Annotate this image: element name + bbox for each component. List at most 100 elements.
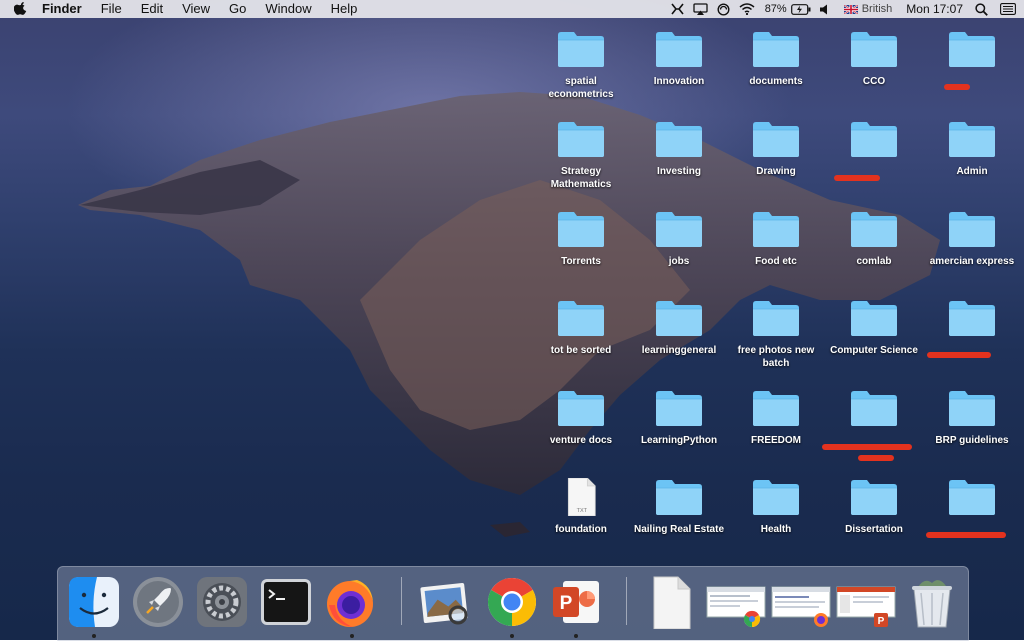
input-source-label[interactable]: British [862, 0, 893, 18]
folder-icon [558, 301, 604, 336]
desktop-folder[interactable]: venture docs [535, 389, 627, 448]
desktop-folder[interactable]: Admin [926, 120, 1018, 179]
desktop-folder[interactable]: Strategy Mathematics [535, 120, 627, 191]
folder-icon [949, 122, 995, 157]
terminal-icon [261, 579, 311, 625]
folder-icon [558, 391, 604, 426]
dock-chrome[interactable] [485, 575, 539, 629]
desktop-folder[interactable]: Drawing [730, 120, 822, 179]
menu-edit[interactable]: Edit [141, 0, 163, 18]
dock-firefox-window[interactable] [771, 575, 831, 629]
folder-label: BRP guidelines [935, 435, 1009, 446]
apple-menu-icon[interactable] [14, 2, 28, 16]
menu-window[interactable]: Window [265, 0, 311, 18]
desktop-folder[interactable]: Innovation [633, 30, 725, 89]
desktop-folder[interactable]: free photos new batch [730, 299, 822, 370]
wifi-icon[interactable] [739, 3, 755, 15]
powerpoint-window-thumbnail: P [836, 586, 896, 627]
folder-label: Admin [956, 166, 988, 177]
control-list-icon[interactable] [1000, 3, 1016, 15]
folder-icon [753, 32, 799, 67]
desktop-folder[interactable]: Computer Science [828, 299, 920, 358]
dock-system-preferences[interactable] [195, 575, 249, 629]
desktop-folder[interactable]: tot be sorted [535, 299, 627, 358]
dock-trash[interactable] [905, 575, 959, 629]
desktop-folder[interactable]: Investing [633, 120, 725, 179]
folder-icon [656, 212, 702, 247]
folder-icon [851, 480, 897, 515]
desktop-folder[interactable]: documents [730, 30, 822, 89]
dock-document[interactable] [644, 575, 698, 630]
dock-launchpad[interactable] [131, 575, 185, 629]
folder-label: Food etc [755, 256, 797, 267]
desktop-file[interactable]: TXT foundation [535, 478, 627, 537]
folder-label: LearningPython [640, 435, 718, 446]
svg-text:P: P [560, 593, 573, 614]
folder-icon [949, 32, 995, 67]
folder-label: FREEDOM [751, 435, 801, 446]
desktop-folder[interactable]: BRP guidelines [926, 389, 1018, 448]
desktop-folder[interactable] [822, 389, 920, 461]
folder-label: Nailing Real Estate [633, 524, 725, 535]
desktop-folder[interactable]: Torrents [535, 210, 627, 269]
redaction-mark [834, 175, 880, 181]
menu-help[interactable]: Help [331, 0, 358, 18]
desktop-folder[interactable]: Food etc [730, 210, 822, 269]
menu-file[interactable]: File [101, 0, 122, 18]
battery-charging-icon[interactable] [790, 3, 811, 15]
desktop-folder[interactable]: jobs [633, 210, 725, 269]
menu-bar: Finder File Edit View Go Window Help 87%… [0, 0, 1024, 18]
folder-icon [558, 32, 604, 67]
desktop-folder[interactable]: Nailing Real Estate [633, 478, 725, 537]
desktop: spatial econometrics Innovation documents C… [0, 0, 1024, 640]
folder-icon [949, 301, 995, 336]
desktop-folder[interactable] [926, 478, 1018, 538]
desktop-folder[interactable]: comlab [828, 210, 920, 269]
folder-label: documents [749, 76, 803, 87]
dock-separator [626, 577, 627, 625]
menu-go[interactable]: Go [229, 0, 246, 18]
desktop-folder[interactable]: spatial econometrics [535, 30, 627, 101]
folder-icon [753, 301, 799, 336]
file-type-badge: TXT [577, 508, 588, 514]
spotlight-search-icon[interactable] [975, 2, 988, 16]
txt-file-icon: TXT [567, 478, 596, 516]
firefox-window-thumbnail [771, 586, 831, 627]
folder-icon [851, 301, 897, 336]
desktop-folder[interactable] [926, 30, 1018, 90]
dock-terminal[interactable] [259, 575, 313, 629]
desktop-folder[interactable]: FREEDOM [730, 389, 822, 448]
dock-firefox[interactable] [323, 575, 377, 629]
dock-powerpoint-window[interactable]: P [836, 575, 896, 629]
airplay-icon[interactable] [693, 3, 708, 15]
folder-label: learninggeneral [641, 345, 717, 356]
menu-finder[interactable]: Finder [42, 0, 82, 18]
dock-chrome-window[interactable] [706, 575, 766, 629]
desktop-folder[interactable]: LearningPython [633, 389, 725, 448]
dock-finder[interactable] [67, 575, 121, 629]
redaction-mark [927, 352, 991, 358]
desktop-folder[interactable]: learninggeneral [633, 299, 725, 358]
desktop-folder[interactable]: Dissertation [828, 478, 920, 537]
sync-icon[interactable] [717, 2, 730, 16]
folder-icon [558, 122, 604, 157]
menu-view[interactable]: View [182, 0, 210, 18]
dock-separator [401, 577, 402, 625]
folder-label: Dissertation [845, 524, 903, 535]
powerpoint-icon: P [553, 581, 599, 623]
folder-label: Computer Science [830, 345, 918, 356]
desktop-folder[interactable]: CCO [828, 30, 920, 89]
app-status-icon[interactable] [671, 3, 684, 15]
folder-icon [753, 122, 799, 157]
dock-powerpoint[interactable]: P [549, 575, 603, 629]
desktop-folder[interactable]: Health [730, 478, 822, 537]
folder-label: spatial econometrics [548, 76, 614, 100]
volume-icon[interactable] [819, 4, 830, 15]
menu-bar-clock[interactable]: Mon 17:07 [906, 0, 963, 18]
desktop-folder[interactable]: amercian express [926, 210, 1018, 269]
finder-icon [69, 577, 119, 627]
british-flag-icon[interactable] [843, 4, 858, 14]
dock-preview[interactable] [418, 575, 472, 629]
desktop-folder[interactable] [926, 299, 1018, 358]
desktop-folder[interactable] [828, 120, 920, 181]
